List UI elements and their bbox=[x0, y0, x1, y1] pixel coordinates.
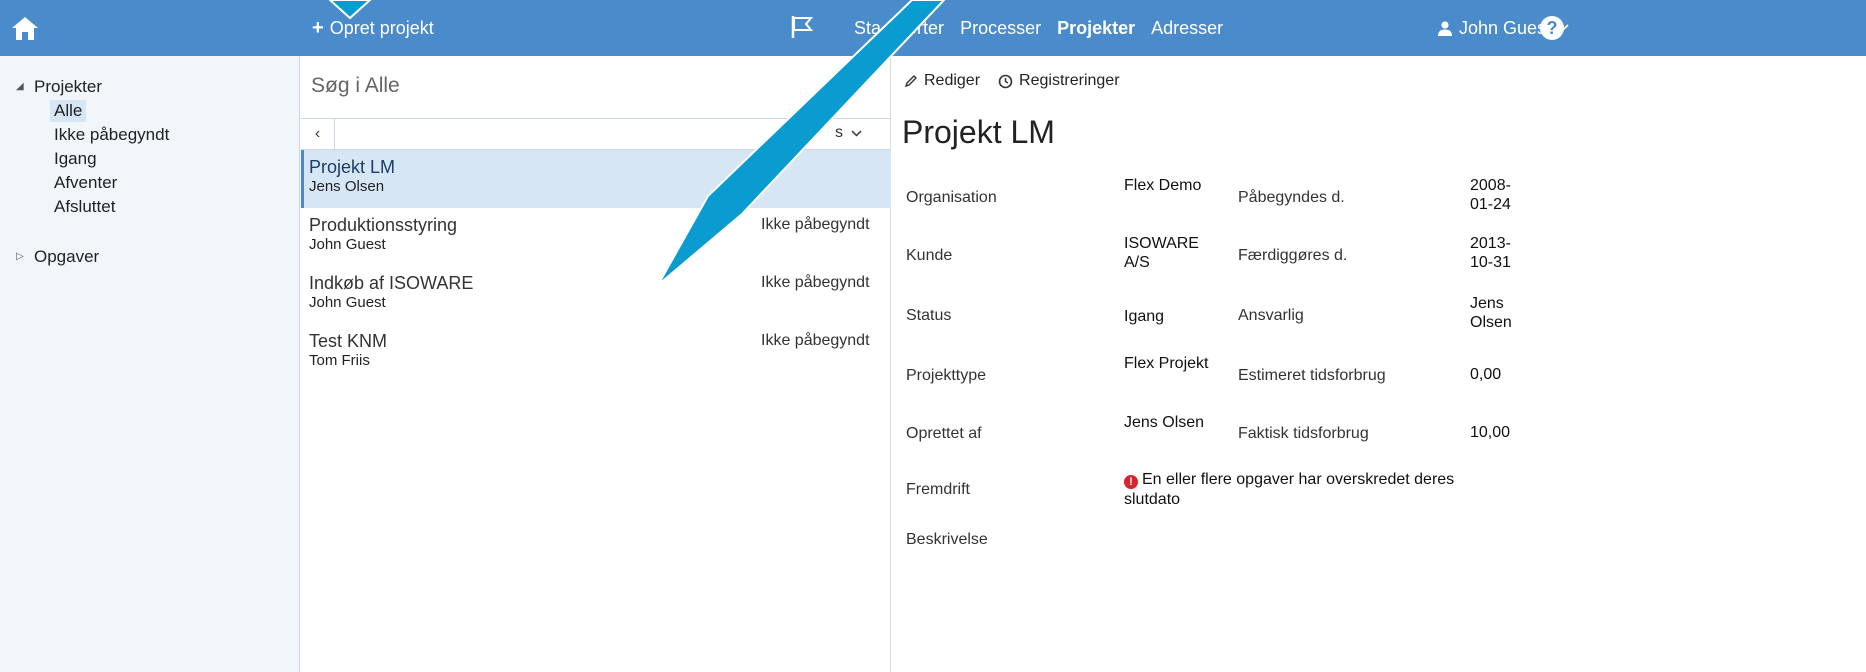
field-value-ansvarlig: Jens Olsen bbox=[1470, 295, 1512, 331]
list-item[interactable]: Test KNM Tom Friis Ikke påbegyndt bbox=[301, 324, 891, 382]
triangle-down-icon[interactable]: ◢ bbox=[16, 76, 26, 98]
top-bar: + Opret projekt Sta porter Processer Pro… bbox=[0, 0, 1866, 56]
field-label-fremdrift: Fremdrift bbox=[906, 481, 970, 498]
field-value-oprettet-af: Jens Olsen bbox=[1124, 414, 1205, 431]
tree-item-afventer[interactable]: Afventer bbox=[50, 172, 121, 194]
field-value-organisation: Flex Demo bbox=[1124, 177, 1202, 194]
status-filter-label: s bbox=[835, 124, 843, 141]
registrations-button[interactable]: Registreringer bbox=[998, 70, 1120, 92]
tree-item-ikke-pabegyndt[interactable]: Ikke påbegyndt bbox=[50, 124, 173, 146]
project-detail-panel: Rediger Registreringer Projekt LM Organi… bbox=[892, 56, 1866, 672]
sidebar: ◢ Projekter Alle Ikke påbegyndt Igang Af… bbox=[0, 56, 300, 672]
edit-button[interactable]: Rediger bbox=[904, 70, 980, 92]
tree-group-projekter[interactable]: ◢ Projekter bbox=[16, 76, 102, 98]
chevron-down-icon bbox=[851, 130, 862, 137]
field-label-beskrivelse: Beskrivelse bbox=[906, 531, 988, 548]
detail-toolbar: Rediger Registreringer bbox=[904, 70, 1138, 92]
edit-label: Rediger bbox=[924, 72, 981, 89]
project-status: Ikke påbegyndt bbox=[761, 332, 870, 349]
progress-warning-text: En eller flere opgaver har overskredet d… bbox=[1124, 471, 1455, 508]
field-value-status: Igang bbox=[1124, 308, 1165, 325]
field-label-organisation: Organisation bbox=[906, 189, 997, 206]
field-value-projekttype: Flex Projekt bbox=[1124, 355, 1209, 372]
clock-icon bbox=[998, 74, 1013, 88]
field-value-faerdiggores: 2013-10-31 bbox=[1470, 235, 1511, 271]
home-icon[interactable] bbox=[10, 14, 40, 42]
list-item[interactable]: Indkøb af ISOWARE John Guest Ikke påbegy… bbox=[301, 266, 891, 324]
field-label-ansvarlig: Ansvarlig bbox=[1238, 307, 1304, 324]
field-label-oprettet-af: Oprettet af bbox=[906, 425, 982, 442]
previous-page-button[interactable]: ‹ bbox=[301, 119, 335, 149]
create-project-label: Opret projekt bbox=[329, 18, 434, 38]
nav-item-projekter[interactable]: Projekter bbox=[1057, 14, 1135, 42]
triangle-right-icon[interactable]: ▷ bbox=[16, 246, 26, 268]
tree-group-opgaver[interactable]: ▷ Opgaver bbox=[16, 246, 99, 268]
tree-item-alle[interactable]: Alle bbox=[50, 100, 87, 122]
top-nav: Sta porter Processer Projekter Adresser bbox=[854, 14, 1239, 42]
tree-item-igang[interactable]: Igang bbox=[50, 148, 101, 170]
list-item[interactable]: Produktionsstyring John Guest Ikke påbeg… bbox=[301, 208, 891, 266]
user-name: John Guest bbox=[1459, 18, 1552, 38]
registrations-label: Registreringer bbox=[1019, 72, 1120, 89]
field-value-faktisk: 10,00 bbox=[1470, 424, 1511, 441]
progress-warning: ! En eller flere opgaver har overskredet … bbox=[1124, 470, 1504, 510]
nav-item-processer[interactable]: Processer bbox=[960, 14, 1041, 42]
flag-icon[interactable] bbox=[790, 14, 814, 40]
project-responsible: John Guest bbox=[309, 236, 386, 253]
nav-item-rapporter[interactable]: porter bbox=[897, 14, 944, 42]
field-label-faktisk: Faktisk tidsforbrug bbox=[1238, 425, 1369, 442]
create-project-button[interactable]: + Opret projekt bbox=[312, 14, 434, 42]
field-value-estimeret: 0,00 bbox=[1470, 366, 1502, 383]
field-label-estimeret: Estimeret tidsforbrug bbox=[1238, 367, 1386, 384]
plus-icon: + bbox=[312, 17, 324, 39]
tree-item-afsluttet[interactable]: Afsluttet bbox=[50, 196, 119, 218]
nav-item-start[interactable]: Sta bbox=[854, 14, 881, 42]
page-title: Projekt LM bbox=[902, 114, 1055, 150]
user-icon bbox=[1438, 21, 1452, 36]
status-filter-dropdown[interactable]: s bbox=[835, 124, 862, 142]
project-responsible: Jens Olsen bbox=[309, 178, 385, 195]
field-label-kunde: Kunde bbox=[906, 247, 953, 264]
field-value-pabegyndes: 2008-01-24 bbox=[1470, 177, 1511, 213]
project-name: Projekt LM bbox=[309, 157, 396, 177]
field-value-kunde: ISOWARE A/S bbox=[1124, 235, 1199, 271]
project-list: Projekt LM Jens Olsen Produktionsstyring… bbox=[301, 150, 891, 382]
tree-group-label: Projekter bbox=[34, 77, 103, 96]
project-responsible: Tom Friis bbox=[309, 352, 370, 369]
field-label-pabegyndes: Påbegyndes d. bbox=[1238, 189, 1345, 206]
project-responsible: John Guest bbox=[309, 294, 386, 311]
nav-item-adresser[interactable]: Adresser bbox=[1151, 14, 1223, 42]
field-label-projekttype: Projekttype bbox=[906, 367, 987, 384]
pencil-icon bbox=[904, 75, 917, 88]
project-status: Ikke påbegyndt bbox=[761, 216, 870, 233]
list-toolbar: ‹ s bbox=[301, 118, 891, 150]
project-status: Ikke påbegyndt bbox=[761, 274, 870, 291]
project-list-panel: Søg i Alle ‹ s Projekt LM Jens Olsen Pro… bbox=[301, 56, 891, 672]
search-icon[interactable] bbox=[829, 76, 849, 96]
warning-icon: ! bbox=[1124, 475, 1138, 489]
field-label-status: Status bbox=[906, 307, 952, 324]
search-input[interactable]: Søg i Alle bbox=[311, 74, 400, 98]
help-icon[interactable]: ? bbox=[1540, 16, 1564, 40]
field-label-faerdiggores: Færdiggøres d. bbox=[1238, 247, 1348, 264]
list-item[interactable]: Projekt LM Jens Olsen bbox=[301, 150, 891, 208]
tree-group-label: Opgaver bbox=[34, 247, 100, 266]
